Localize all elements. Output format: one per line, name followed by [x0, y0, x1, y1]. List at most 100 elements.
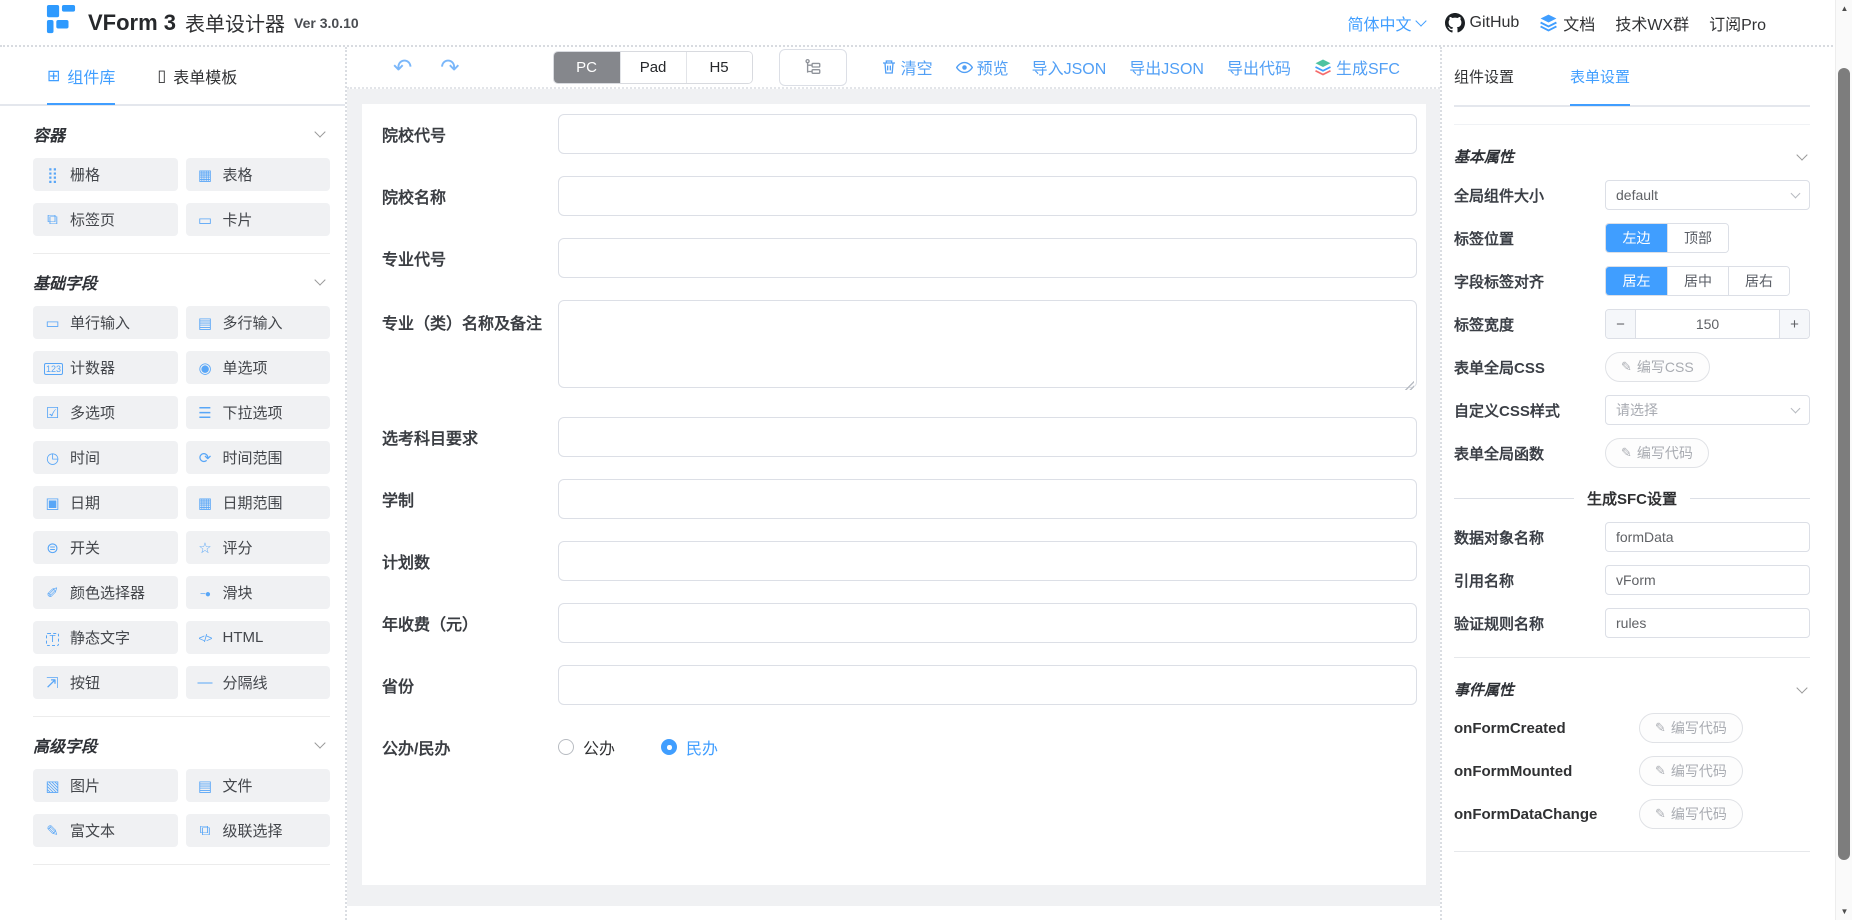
form-field-row[interactable]: 学制 — [382, 479, 1417, 519]
widget-card[interactable]: 卡片 — [186, 203, 331, 236]
widget-switch[interactable]: 开关 — [33, 531, 178, 564]
widget-slider[interactable]: 滑块 — [186, 576, 331, 609]
form-field-input[interactable] — [558, 417, 1417, 457]
widget-file-upload[interactable]: 文件 — [186, 769, 331, 802]
form-ref-name-input[interactable] — [1605, 565, 1810, 595]
chevron-down-icon[interactable] — [1796, 149, 1807, 160]
widget-grid[interactable]: 栅格 — [33, 158, 178, 191]
widget-textarea[interactable]: 多行输入 — [186, 306, 331, 339]
tab-widget-library[interactable]: ⊞ 组件库 — [47, 48, 115, 105]
scrollbar-thumb[interactable] — [1838, 68, 1850, 860]
chevron-down-icon[interactable] — [314, 274, 325, 285]
node-tree-button[interactable] — [779, 49, 847, 86]
widget-number[interactable]: 计数器 — [33, 351, 178, 384]
widget-picture-upload[interactable]: 图片 — [33, 769, 178, 802]
scroll-up-arrow-icon[interactable]: ▲ — [1836, 0, 1852, 17]
edit-css-button[interactable]: ✎ 编写CSS — [1605, 352, 1710, 382]
label-width-value[interactable]: 150 — [1636, 310, 1779, 338]
form-field-input[interactable] — [558, 665, 1417, 705]
custom-class-select[interactable]: 请选择 — [1605, 395, 1810, 425]
edit-functions-button[interactable]: ✎ 编写代码 — [1605, 438, 1709, 468]
generate-sfc-button[interactable]: 生成SFC — [1314, 55, 1400, 79]
widget-select[interactable]: 下拉选项 — [186, 396, 331, 429]
wx-group-link[interactable]: 技术WX群 — [1615, 11, 1689, 35]
import-json-button[interactable]: 导入JSON — [1032, 55, 1107, 79]
form-field-row[interactable]: 院校名称 — [382, 176, 1417, 216]
device-h5-button[interactable]: H5 — [686, 52, 752, 83]
tab-form-templates[interactable]: ▯ 表单模板 — [157, 48, 237, 105]
form-data-name-input[interactable] — [1605, 522, 1810, 552]
widget-input[interactable]: 单行输入 — [33, 306, 178, 339]
form-field-row[interactable]: 专业（类）名称及备注 — [382, 300, 1417, 393]
form-field-row[interactable]: 专业代号 — [382, 238, 1417, 278]
widget-date-range[interactable]: 日期范围 — [186, 486, 331, 519]
event-row: onFormMounted ✎ 编写代码 — [1454, 756, 1810, 786]
redo-icon[interactable]: ↷ — [440, 56, 459, 79]
label-position-top[interactable]: 顶部 — [1667, 224, 1728, 252]
tab-form-settings[interactable]: 表单设置 — [1570, 48, 1630, 106]
label-position-left[interactable]: 左边 — [1606, 224, 1667, 252]
radio-option[interactable]: 民办 — [661, 735, 718, 759]
widget-radio[interactable]: 单选项 — [186, 351, 331, 384]
widget-date[interactable]: 日期 — [33, 486, 178, 519]
docs-link[interactable]: 文档 — [1539, 11, 1595, 35]
form-field-row[interactable]: 年收费（元） — [382, 603, 1417, 643]
export-code-button[interactable]: 导出代码 — [1227, 55, 1291, 79]
preview-button[interactable]: 预览 — [956, 55, 1009, 79]
global-size-select[interactable]: default — [1605, 180, 1810, 210]
widget-table[interactable]: 表格 — [186, 158, 331, 191]
form-field-row[interactable]: 省份 — [382, 665, 1417, 705]
widget-button[interactable]: 按钮 — [33, 666, 178, 699]
stepper-plus-button[interactable]: + — [1779, 310, 1809, 338]
form-field-input[interactable] — [558, 603, 1417, 643]
widget-tab[interactable]: 标签页 — [33, 203, 178, 236]
undo-icon[interactable]: ↶ — [393, 56, 412, 79]
widget-cascader[interactable]: 级联选择 — [186, 814, 331, 847]
label-align-center[interactable]: 居中 — [1667, 267, 1728, 295]
github-link[interactable]: GitHub — [1445, 13, 1520, 33]
form-field-input[interactable] — [558, 541, 1417, 581]
widget-time-range[interactable]: 时间范围 — [186, 441, 331, 474]
on-form-mounted-edit-button[interactable]: ✎ 编写代码 — [1639, 756, 1743, 786]
subscribe-pro-link[interactable]: 订阅Pro — [1709, 11, 1766, 35]
on-form-data-change-edit-button[interactable]: ✎ 编写代码 — [1639, 799, 1743, 829]
form-field-row[interactable]: 选考科目要求 — [382, 417, 1417, 457]
chevron-down-icon — [1791, 403, 1801, 413]
widget-html-text[interactable]: HTML — [186, 621, 331, 654]
scroll-down-arrow-icon[interactable]: ▼ — [1836, 903, 1852, 920]
clear-button[interactable]: 清空 — [881, 55, 933, 79]
form-canvas[interactable]: 院校代号 院校名称 专业代号 专业（类）名称及备注 — [347, 89, 1440, 906]
widget-checkbox[interactable]: 多选项 — [33, 396, 178, 429]
on-form-created-edit-button[interactable]: ✎ 编写代码 — [1639, 713, 1743, 743]
chevron-down-icon[interactable] — [1796, 682, 1807, 693]
form-field-input[interactable] — [558, 238, 1417, 278]
label-align-right[interactable]: 居右 — [1728, 267, 1789, 295]
widget-static-text[interactable]: 静态文字 — [33, 621, 178, 654]
sfc-layers-icon — [1314, 58, 1332, 76]
language-switcher[interactable]: 简体中文 — [1347, 11, 1424, 35]
label-align-left[interactable]: 居左 — [1606, 267, 1667, 295]
form-field-row[interactable]: 公办/民办 公办 民办 — [382, 727, 1417, 767]
section-container: 容器 — [33, 119, 330, 149]
rules-name-input[interactable] — [1605, 608, 1810, 638]
form-field-row[interactable]: 计划数 — [382, 541, 1417, 581]
radio-option[interactable]: 公办 — [558, 735, 615, 759]
widget-rate[interactable]: 评分 — [186, 531, 331, 564]
chevron-down-icon[interactable] — [314, 126, 325, 137]
form-field-input[interactable] — [558, 479, 1417, 519]
form-field-input[interactable] — [558, 114, 1417, 154]
widget-time[interactable]: 时间 — [33, 441, 178, 474]
device-pad-button[interactable]: Pad — [620, 52, 686, 83]
widget-rich-editor[interactable]: 富文本 — [33, 814, 178, 847]
radio-checked-icon — [661, 739, 677, 755]
stepper-minus-button[interactable]: − — [1606, 310, 1636, 338]
form-field-row[interactable]: 院校代号 — [382, 114, 1417, 154]
form-field-textarea[interactable] — [558, 300, 1417, 388]
export-json-button[interactable]: 导出JSON — [1129, 55, 1204, 79]
device-pc-button[interactable]: PC — [554, 52, 620, 83]
tab-widget-settings[interactable]: 组件设置 — [1454, 48, 1514, 106]
widget-color-picker[interactable]: 颜色选择器 — [33, 576, 178, 609]
widget-divider[interactable]: 分隔线 — [186, 666, 331, 699]
chevron-down-icon[interactable] — [314, 737, 325, 748]
form-field-input[interactable] — [558, 176, 1417, 216]
